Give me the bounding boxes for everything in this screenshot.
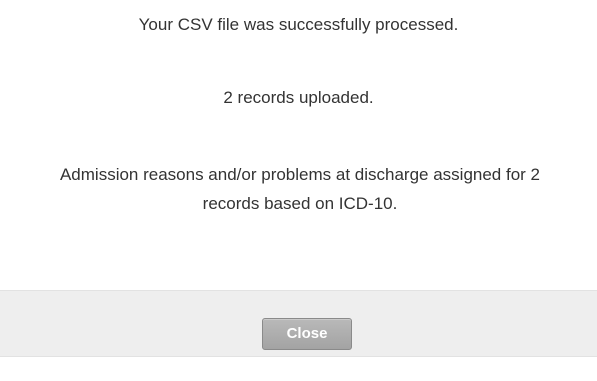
upload-result-dialog: Your CSV file was successfully processed… (0, 0, 597, 381)
uploaded-count-message: 2 records uploaded. (223, 88, 374, 107)
dialog-body: Your CSV file was successfully processed… (0, 0, 597, 290)
processed-message: Your CSV file was successfully processed… (138, 15, 459, 34)
icd10-assignment-message: Admission reasons and/or problems at dis… (59, 165, 541, 213)
dialog-footer: Close (0, 290, 597, 357)
close-button[interactable]: Close (262, 318, 352, 350)
